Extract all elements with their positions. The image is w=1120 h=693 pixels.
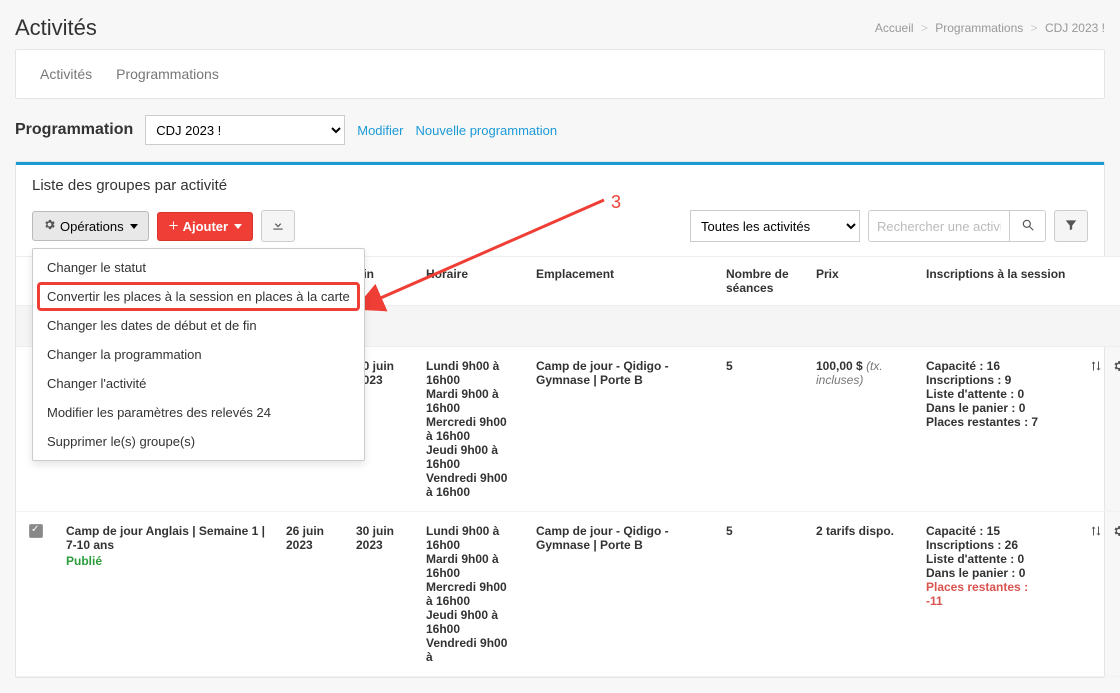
programmation-select[interactable]: CDJ 2023 ! <box>145 115 345 145</box>
cell-seances: 5 <box>716 347 806 512</box>
cell-fin: 30 juin 2023 <box>346 512 416 677</box>
search-box <box>868 210 1046 242</box>
operations-label: Opérations <box>60 219 124 234</box>
operations-menu: Changer le statut Convertir les places à… <box>32 248 365 461</box>
funnel-icon <box>1064 218 1078 235</box>
table-row: Camp de jour Anglais | Semaine 1 | 7-10 … <box>16 512 1120 677</box>
programmation-label: Programmation <box>15 121 133 139</box>
op-change-status[interactable]: Changer le statut <box>33 253 364 282</box>
op-modify-releve24[interactable]: Modifier les paramètres des relevés 24 <box>33 398 364 427</box>
cell-horaire: Lundi 9h00 à 16h00 Mardi 9h00 à 16h00 Me… <box>416 512 526 677</box>
add-label: Ajouter <box>183 219 229 234</box>
op-convert-places[interactable]: Convertir les places à la session en pla… <box>33 282 364 311</box>
new-programmation-link[interactable]: Nouvelle programmation <box>416 123 558 138</box>
cell-horaire: Lundi 9h00 à 16h00 Mardi 9h00 à 16h00 Me… <box>416 347 526 512</box>
download-button[interactable] <box>261 210 295 242</box>
cell-inscriptions: Capacité : 15 Inscriptions : 26 Liste d'… <box>916 512 1076 677</box>
cell-prix: 2 tarifs dispo. <box>806 512 916 677</box>
cell-prix: 100,00 $ (tx. incluses) <box>806 347 916 512</box>
row-checkbox[interactable] <box>29 524 43 538</box>
modify-link[interactable]: Modifier <box>357 123 403 138</box>
th-seances[interactable]: Nombre de séances <box>716 257 806 306</box>
caret-down-icon <box>130 224 138 229</box>
plus-icon <box>168 219 179 234</box>
cell-inscriptions: Capacité : 16 Inscriptions : 9 Liste d'a… <box>916 347 1076 512</box>
download-icon <box>271 218 285 235</box>
operations-button[interactable]: Opérations <box>32 211 149 241</box>
row-settings-button[interactable] <box>1112 362 1120 376</box>
add-button[interactable]: Ajouter <box>157 212 254 241</box>
panel-title: Liste des groupes par activité <box>16 165 1104 204</box>
cell-debut: 26 juin 2023 <box>276 512 346 677</box>
op-change-programmation[interactable]: Changer la programmation <box>33 340 364 369</box>
filter-button[interactable] <box>1054 210 1088 242</box>
status-badge: Publié <box>66 554 266 568</box>
breadcrumb-programmations[interactable]: Programmations <box>935 21 1023 35</box>
search-icon <box>1021 218 1035 235</box>
tab-programmations[interactable]: Programmations <box>104 50 231 98</box>
search-input[interactable] <box>869 211 1009 241</box>
th-horaire[interactable]: Horaire <box>416 257 526 306</box>
breadcrumb: Accueil > Programmations > CDJ 2023 ! <box>875 21 1105 35</box>
reorder-button[interactable] <box>1090 527 1105 541</box>
breadcrumb-home[interactable]: Accueil <box>875 21 914 35</box>
tab-bar: Activités Programmations <box>15 49 1105 99</box>
cell-seances: 5 <box>716 512 806 677</box>
search-button[interactable] <box>1009 211 1045 241</box>
caret-down-icon <box>234 224 242 229</box>
op-change-dates[interactable]: Changer les dates de début et de fin <box>33 311 364 340</box>
reorder-button[interactable] <box>1090 362 1105 376</box>
row-settings-button[interactable] <box>1112 527 1120 541</box>
op-change-activity[interactable]: Changer l'activité <box>33 369 364 398</box>
th-emplacement[interactable]: Emplacement <box>526 257 716 306</box>
breadcrumb-current: CDJ 2023 ! <box>1045 21 1105 35</box>
th-prix[interactable]: Prix <box>806 257 916 306</box>
cell-name: Camp de jour Anglais | Semaine 1 | 7-10 … <box>56 512 276 677</box>
cell-emplacement: Camp de jour - Qidigo - Gymnase | Porte … <box>526 347 716 512</box>
tab-activities[interactable]: Activités <box>28 50 104 98</box>
op-delete-groups[interactable]: Supprimer le(s) groupe(s) <box>33 427 364 456</box>
cell-emplacement: Camp de jour - Qidigo - Gymnase | Porte … <box>526 512 716 677</box>
gear-icon <box>43 218 56 234</box>
activity-filter-select[interactable]: Toutes les activités <box>690 210 860 242</box>
page-title: Activités <box>15 15 97 41</box>
th-inscriptions[interactable]: Inscriptions à la session <box>916 257 1076 306</box>
